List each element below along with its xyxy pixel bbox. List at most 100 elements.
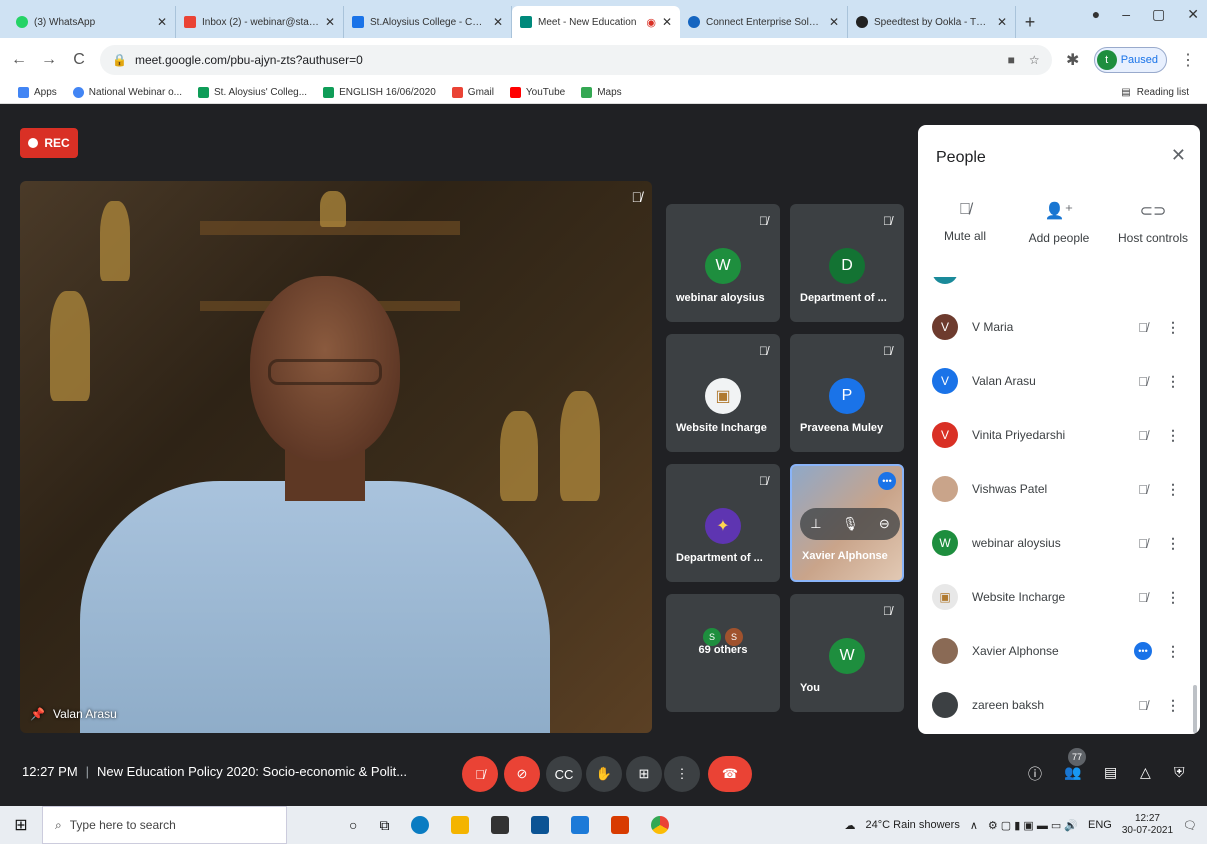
mute-all-button[interactable]: 🎙̸ Mute all <box>920 201 1010 245</box>
bookmark-apps[interactable]: Apps <box>18 87 57 98</box>
new-tab-button[interactable]: + <box>1016 6 1044 38</box>
reading-list-button[interactable]: ▤ Reading list <box>1121 87 1189 98</box>
scrollbar[interactable] <box>1193 685 1197 733</box>
participant-tile[interactable]: 🎙̸ P Praveena Muley <box>790 334 904 452</box>
more-options-icon[interactable]: ⋮ <box>1156 697 1190 714</box>
clock[interactable]: 12:27 30-07-2021 <box>1122 813 1173 837</box>
mic-off-icon[interactable]: 🎙̸ <box>1130 536 1156 551</box>
chrome-icon[interactable] <box>651 816 670 834</box>
host-controls-icon[interactable]: ⛨ <box>1174 764 1185 781</box>
close-icon[interactable]: ✕ <box>1171 145 1186 166</box>
self-tile[interactable]: 🎙̸ W You <box>790 594 904 712</box>
bookmark-gmail[interactable]: Gmail <box>451 87 494 98</box>
close-icon[interactable]: ✕ <box>997 15 1007 29</box>
bookmark-english[interactable]: ENGLISH 16/06/2020 <box>323 87 436 98</box>
tab-connect[interactable]: Connect Enterprise Solution ✕ <box>680 6 848 38</box>
back-button[interactable]: ← <box>10 51 28 69</box>
participant-tile[interactable]: 🎙̸ W webinar aloysius <box>666 204 780 322</box>
list-item[interactable]: V Vinita Priyedarshi 🎙̸ ⋮ <box>918 415 1190 455</box>
bookmark-webinar[interactable]: National Webinar o... <box>72 87 182 98</box>
mic-toggle-button[interactable]: 🎙̸ <box>462 756 498 792</box>
more-options-button[interactable]: ⋮ <box>664 756 700 792</box>
more-options-icon[interactable]: ⋮ <box>1156 373 1190 390</box>
language-indicator[interactable]: ENG <box>1088 819 1112 831</box>
minimize-button[interactable]: – <box>1122 6 1130 23</box>
close-icon[interactable]: ✕ <box>493 15 503 29</box>
bookmark-youtube[interactable]: YouTube <box>509 87 565 98</box>
participant-tile[interactable]: 🎙̸ D Department of ... <box>790 204 904 322</box>
more-options-icon[interactable]: ⋮ <box>1156 643 1190 660</box>
extensions-icon[interactable]: ✱ <box>1064 50 1082 70</box>
cortana-icon[interactable]: ○ <box>349 817 357 833</box>
forward-button[interactable]: → <box>40 51 58 69</box>
taskbar-search-input[interactable]: ⌕ Type here to search <box>42 806 287 844</box>
mail-icon[interactable] <box>531 816 550 834</box>
mic-off-icon[interactable]: 🎙̸ <box>1130 482 1156 497</box>
recording-badge[interactable]: REC <box>20 128 78 158</box>
bookmark-college[interactable]: St. Aloysius' Colleg... <box>198 87 307 98</box>
list-item[interactable]: V V Maria 🎙̸ ⋮ <box>918 307 1190 347</box>
more-options-icon[interactable]: ••• <box>878 472 896 490</box>
weather-text[interactable]: 24°C Rain showers <box>866 819 960 831</box>
office-icon[interactable] <box>611 816 630 834</box>
remove-icon[interactable]: ⊖ <box>879 516 890 532</box>
info-icon[interactable]: ⓘ <box>1028 764 1042 784</box>
participant-list[interactable]: V V Maria 🎙̸ ⋮ V Valan Arasu 🎙̸ ⋮ V Vini… <box>918 277 1200 727</box>
task-view-icon[interactable]: ⧉ <box>379 817 389 834</box>
tab-speedtest[interactable]: Speedtest by Ookla - The G ✕ <box>848 6 1016 38</box>
participant-tile[interactable]: 🎙̸ ✦ Department of ... <box>666 464 780 582</box>
store-icon[interactable] <box>491 816 510 834</box>
people-icon[interactable]: 👥 <box>1064 764 1081 781</box>
more-options-icon[interactable]: ⋮ <box>1156 535 1190 552</box>
profile-button[interactable]: t Paused <box>1093 47 1167 73</box>
star-icon[interactable]: ☆ <box>1029 53 1040 67</box>
chevron-up-icon[interactable]: ∧ <box>970 819 978 832</box>
others-tile[interactable]: S S 69 others <box>666 594 780 712</box>
close-icon[interactable]: ✕ <box>157 15 167 29</box>
host-controls-button[interactable]: ⊂⊃ Host controls <box>1108 201 1198 245</box>
mic-off-icon[interactable]: 🎙̸ <box>1130 320 1156 335</box>
tab-whatsapp[interactable]: (3) WhatsApp ✕ <box>8 6 176 38</box>
add-people-button[interactable]: 👤⁺ Add people <box>1014 201 1104 245</box>
file-explorer-icon[interactable] <box>451 816 470 834</box>
activities-icon[interactable]: △ <box>1140 764 1151 781</box>
mic-off-icon[interactable]: 🎙̸ <box>1130 428 1156 443</box>
list-item[interactable]: ▣ Website Incharge 🎙̸ ⋮ <box>918 577 1190 617</box>
tab-gmail[interactable]: Inbox (2) - webinar@staloy ✕ <box>176 6 344 38</box>
bookmark-maps[interactable]: Maps <box>581 87 622 98</box>
maximize-button[interactable]: ▢ <box>1152 6 1165 23</box>
dell-icon[interactable] <box>571 816 590 834</box>
menu-icon[interactable]: ⋮ <box>1179 50 1197 70</box>
list-item[interactable]: V Valan Arasu 🎙̸ ⋮ <box>918 361 1190 401</box>
participant-tile[interactable]: ••• ⊥ 🎙 ⊖ Xavier Alphonse <box>790 464 904 582</box>
raise-hand-button[interactable]: ✋ <box>586 756 622 792</box>
more-options-icon[interactable]: ⋮ <box>1156 319 1190 336</box>
list-item[interactable]: W webinar aloysius 🎙̸ ⋮ <box>918 523 1190 563</box>
present-button[interactable]: ⊞ <box>626 756 662 792</box>
notification-icon[interactable]: 🗨 <box>1183 819 1197 832</box>
close-icon[interactable]: ✕ <box>829 15 839 29</box>
windows-start-icon[interactable]: ⊞ <box>0 815 42 835</box>
camera-icon[interactable]: ■ <box>1008 53 1015 67</box>
more-options-icon[interactable]: ⋮ <box>1156 427 1190 444</box>
mic-off-icon[interactable]: 🎙̸ <box>1130 374 1156 389</box>
camera-toggle-button[interactable]: ⊘ <box>504 756 540 792</box>
list-item[interactable]: Xavier Alphonse ••• ⋮ <box>918 631 1190 671</box>
mic-off-icon[interactable]: 🎙̸ <box>1130 698 1156 713</box>
more-options-icon[interactable]: ⋮ <box>1156 481 1190 498</box>
pin-icon[interactable]: ⊥ <box>810 516 821 532</box>
participant-tile[interactable]: 🎙̸ ▣ Website Incharge <box>666 334 780 452</box>
list-item[interactable]: Vishwas Patel 🎙̸ ⋮ <box>918 469 1190 509</box>
mic-icon[interactable]: 🎙 <box>842 516 859 532</box>
reload-button[interactable]: C <box>70 51 88 69</box>
mic-off-icon[interactable]: 🎙̸ <box>1130 590 1156 605</box>
close-window-button[interactable]: ✕ <box>1187 6 1199 23</box>
list-item[interactable]: zareen baksh 🎙̸ ⋮ <box>918 685 1190 725</box>
captions-button[interactable]: CC <box>546 756 582 792</box>
chat-icon[interactable]: ▤ <box>1104 764 1117 781</box>
tab-calendar[interactable]: St.Aloysius College - Calend ✕ <box>344 6 512 38</box>
tab-meet[interactable]: Meet - New Education ◉ ✕ <box>512 6 680 38</box>
leave-call-button[interactable]: ☎ <box>708 756 752 792</box>
edge-icon[interactable] <box>411 816 430 834</box>
close-icon[interactable]: ✕ <box>662 15 672 29</box>
